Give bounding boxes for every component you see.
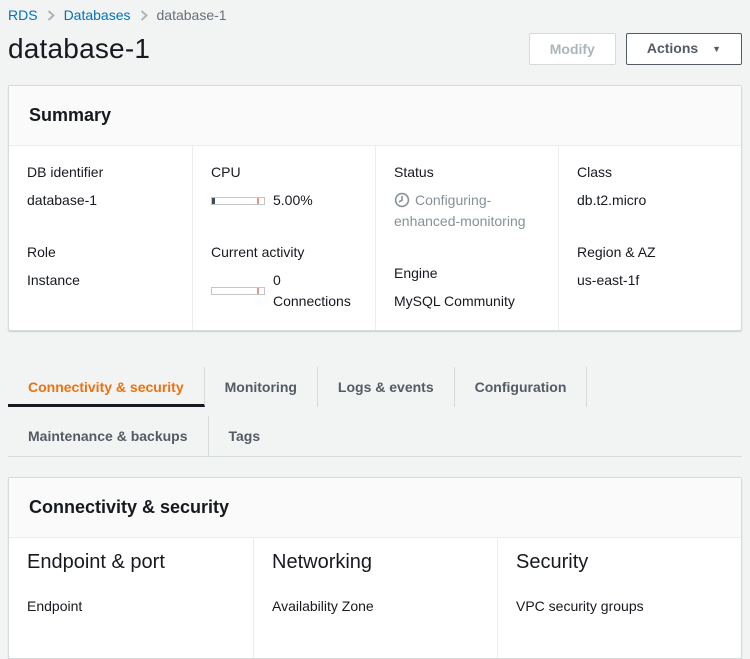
status-value: Configuring-enhanced-monitoring [394,190,540,232]
modify-button[interactable]: Modify [529,33,616,65]
connectivity-panel-header: Connectivity & security [9,478,741,538]
page-title: database-1 [8,33,150,65]
status-text: Configuring-enhanced-monitoring [394,192,526,229]
chevron-right-icon [47,10,55,21]
tab-configuration[interactable]: Configuration [455,367,588,407]
field-value: us-east-1f [577,270,723,291]
connections-gauge-threshold-tick [257,288,259,294]
page-header: database-1 Modify Actions ▼ [8,33,742,65]
summary-title: Summary [29,105,721,126]
tab-tags[interactable]: Tags [209,416,281,456]
field-value: db.t2.micro [577,190,723,211]
field-region-az: Region & AZ us-east-1f [577,244,723,291]
connectivity-title: Connectivity & security [29,497,721,518]
endpoint-port-heading: Endpoint & port [27,551,235,574]
field-label: Status [394,164,540,180]
breadcrumb-current: database-1 [157,7,227,23]
field-role: Role Instance [27,244,174,291]
cpu-gauge-fill [212,198,215,204]
field-value: database-1 [27,190,174,211]
actions-button[interactable]: Actions ▼ [626,33,742,65]
field-value: MySQL Community [394,291,540,312]
breadcrumb-rds[interactable]: RDS [8,7,38,23]
summary-column-class: Class db.t2.micro Region & AZ us-east-1f [558,146,741,330]
field-label: Role [27,244,174,260]
summary-grid: DB identifier database-1 Role Instance C… [9,146,741,330]
tab-row-2: Maintenance & backups Tags [8,416,742,456]
field-label: Engine [394,265,540,281]
field-label: CPU [211,164,357,180]
field-label: Region & AZ [577,244,723,260]
cpu-gauge [211,197,265,205]
summary-column-activity: CPU 5.00% Current activity [192,146,375,330]
field-cpu: CPU 5.00% [211,164,357,211]
field-engine: Engine MySQL Community [394,265,540,312]
clock-pending-icon [394,192,410,208]
tab-monitoring[interactable]: Monitoring [205,367,318,407]
tab-connectivity-security[interactable]: Connectivity & security [8,367,205,407]
field-label: DB identifier [27,164,174,180]
cpu-value: 5.00% [273,190,313,211]
cpu-gauge-threshold-tick [257,198,259,204]
connections-gauge-row: 0 Connections [211,270,357,312]
actions-button-label: Actions [647,40,698,56]
availability-zone-label: Availability Zone [272,598,479,614]
breadcrumb: RDS Databases database-1 [8,0,742,23]
chevron-down-icon: ▼ [712,44,721,54]
cpu-gauge-row: 5.00% [211,190,357,211]
field-label: Class [577,164,723,180]
chevron-right-icon [140,10,148,21]
connections-value: 0 Connections [273,270,357,312]
field-db-identifier: DB identifier database-1 [27,164,174,211]
security-column: Security VPC security groups [497,538,741,658]
tab-row-1: Connectivity & security Monitoring Logs … [8,367,742,407]
summary-panel: Summary DB identifier database-1 Role In… [8,85,742,331]
field-class: Class db.t2.micro [577,164,723,211]
connectivity-grid: Endpoint & port Endpoint Networking Avai… [9,538,741,658]
field-current-activity: Current activity 0 Connections [211,244,357,312]
vpc-security-groups-label: VPC security groups [516,598,723,614]
summary-column-status: Status Configuring-enhanced-monitoring E… [375,146,558,330]
summary-column-identifier: DB identifier database-1 Role Instance [9,146,192,330]
tab-logs-events[interactable]: Logs & events [318,367,455,407]
tab-maintenance-backups[interactable]: Maintenance & backups [8,416,209,456]
networking-column: Networking Availability Zone [253,538,497,658]
header-actions: Modify Actions ▼ [529,33,742,65]
connectivity-panel: Connectivity & security Endpoint & port … [8,477,742,659]
field-label: Current activity [211,244,357,260]
detail-tabs: Connectivity & security Monitoring Logs … [8,367,742,457]
breadcrumb-databases[interactable]: Databases [64,7,131,23]
connections-gauge [211,287,265,295]
networking-heading: Networking [272,551,479,574]
summary-panel-header: Summary [9,86,741,146]
endpoint-port-column: Endpoint & port Endpoint [9,538,253,658]
page: RDS Databases database-1 database-1 Modi… [0,0,750,659]
field-status: Status Configuring-enhanced-monitoring [394,164,540,232]
security-heading: Security [516,551,723,574]
endpoint-label: Endpoint [27,598,235,614]
field-value: Instance [27,270,174,291]
